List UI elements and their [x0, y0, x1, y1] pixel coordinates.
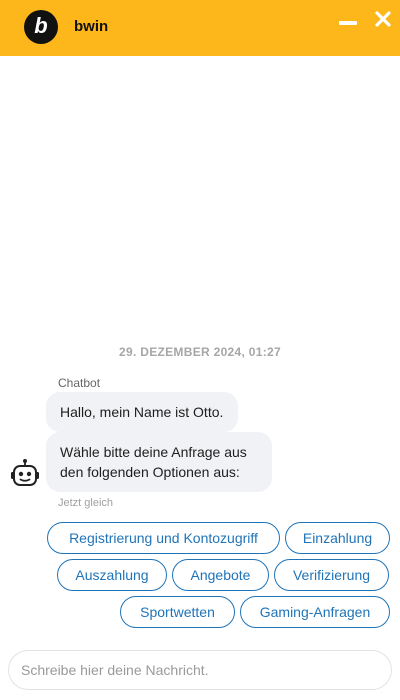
chat-widget: b bwin 29. DEZEMBER 2024, 01:27 Chatbot …	[0, 0, 400, 700]
message-time-hint: Jetzt gleich	[58, 497, 114, 509]
bwin-logo: b	[24, 10, 58, 44]
robot-icon	[8, 458, 42, 492]
option-sportwetten[interactable]: Sportwetten	[120, 596, 235, 628]
minimize-button[interactable]	[336, 12, 360, 36]
conversation-timestamp: 29. DEZEMBER 2024, 01:27	[119, 345, 281, 359]
bot-message: Hallo, mein Name ist Otto.	[46, 392, 238, 432]
option-angebote[interactable]: Angebote	[172, 559, 269, 591]
option-gaming-anfragen[interactable]: Gaming-Anfragen	[240, 596, 390, 628]
close-icon	[375, 11, 391, 27]
option-verifizierung[interactable]: Verifizierung	[274, 559, 389, 591]
option-registrierung[interactable]: Registrierung und Kontozugriff	[47, 522, 280, 554]
close-button[interactable]	[370, 6, 396, 32]
option-auszahlung[interactable]: Auszahlung	[57, 559, 167, 591]
bot-message: Wähle bitte deine Anfrage aus den folgen…	[46, 432, 272, 492]
minimize-icon	[339, 21, 357, 25]
logo-letter: b	[34, 13, 48, 38]
brand-title: bwin	[74, 18, 109, 35]
message-input[interactable]	[9, 651, 391, 689]
message-composer	[8, 650, 392, 690]
chat-header: b bwin	[0, 0, 400, 56]
sender-name: Chatbot	[58, 376, 101, 390]
option-einzahlung[interactable]: Einzahlung	[285, 522, 390, 554]
